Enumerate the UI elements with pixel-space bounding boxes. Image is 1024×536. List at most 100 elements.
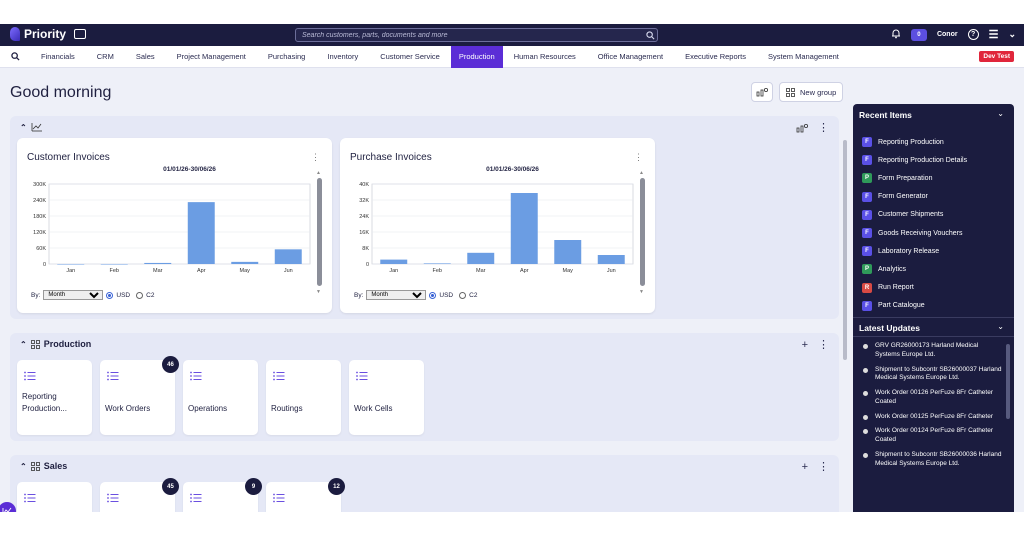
recent-item-label: Reporting Production bbox=[878, 138, 944, 146]
bell-icon[interactable] bbox=[891, 28, 901, 41]
shortcut-tile[interactable]: Work Orders 46 bbox=[100, 356, 179, 435]
recent-item[interactable]: F Form Generator bbox=[862, 188, 967, 206]
list-icon bbox=[190, 368, 202, 386]
nav-human-resources[interactable]: Human Resources bbox=[503, 46, 587, 68]
item-type-badge: F bbox=[862, 246, 872, 257]
nav-financials[interactable]: Financials bbox=[30, 46, 86, 68]
y-tick-label: 60K bbox=[36, 246, 46, 252]
x-tick-label: May bbox=[563, 268, 574, 274]
recent-item[interactable]: F Goods Receiving Vouchers bbox=[862, 224, 967, 242]
shortcut-tile[interactable]: 45 bbox=[100, 478, 179, 512]
nav-sales[interactable]: Sales bbox=[125, 46, 166, 68]
bar-may[interactable] bbox=[554, 240, 582, 264]
collapse-chevron-icon[interactable]: ⌃ bbox=[20, 340, 27, 349]
group-by-select[interactable]: Month bbox=[366, 290, 427, 300]
new-group-button[interactable]: New group bbox=[779, 82, 844, 102]
update-item[interactable]: Work Order 00125 PerFuze 8Fr Catheter bbox=[863, 413, 1003, 422]
card-menu-icon[interactable]: ⋮ bbox=[311, 152, 320, 163]
shortcut-tile[interactable]: Routings bbox=[266, 360, 341, 435]
card-menu-icon[interactable]: ⋮ bbox=[634, 152, 643, 163]
bar-jun[interactable] bbox=[597, 255, 625, 264]
chevron-down-icon[interactable]: ⌄ bbox=[1008, 29, 1016, 40]
panel-scrollbar[interactable] bbox=[1006, 344, 1010, 419]
bar-feb[interactable] bbox=[100, 264, 128, 265]
recent-item[interactable]: R Run Report bbox=[862, 279, 967, 297]
nav-inventory[interactable]: Inventory bbox=[316, 46, 369, 68]
bar-apr[interactable] bbox=[187, 202, 215, 264]
add-icon[interactable]: + bbox=[802, 339, 808, 351]
recent-item[interactable]: F Customer Shipments bbox=[862, 206, 967, 224]
bar-feb[interactable] bbox=[423, 263, 451, 264]
global-search-input[interactable] bbox=[296, 31, 643, 39]
bar-jan[interactable] bbox=[380, 259, 408, 264]
menu-icon[interactable]: ☰ bbox=[989, 28, 999, 41]
chart-settings-icon[interactable] bbox=[796, 123, 808, 133]
update-item[interactable]: Work Order 00124 PerFuze 8Fr Catheter Co… bbox=[863, 427, 1003, 445]
currency-radio-c2[interactable] bbox=[136, 291, 144, 299]
dashboard-settings-button[interactable] bbox=[751, 82, 773, 102]
shortcut-tile[interactable] bbox=[17, 482, 92, 512]
currency-radio-c2[interactable] bbox=[459, 291, 467, 299]
shortcut-tile[interactable]: Reporting Production... bbox=[17, 360, 92, 435]
chart-scrollbar[interactable]: ▲ ▼ bbox=[316, 170, 322, 295]
bar-jun[interactable] bbox=[274, 249, 302, 264]
shortcut-tile[interactable]: 9 bbox=[183, 478, 262, 512]
shortcut-tile[interactable]: Operations bbox=[183, 360, 258, 435]
chart-scrollbar[interactable]: ▲ ▼ bbox=[639, 170, 645, 295]
currency-label-usd: USD bbox=[439, 291, 454, 299]
nav-customer-service[interactable]: Customer Service bbox=[369, 46, 451, 68]
count-badge: 9 bbox=[245, 478, 262, 495]
currency-label-usd: USD bbox=[116, 291, 131, 299]
update-item[interactable]: GRV GR26000173 Harland Medical Systems E… bbox=[863, 342, 1003, 360]
user-avatar[interactable]: 0 bbox=[910, 28, 927, 41]
bar-mar[interactable] bbox=[467, 252, 495, 264]
collapse-chevron-icon[interactable]: ⌃ bbox=[20, 462, 27, 471]
app-logo[interactable]: Priority bbox=[10, 27, 87, 41]
currency-radio-usd[interactable] bbox=[429, 291, 437, 299]
item-type-badge: P bbox=[862, 173, 872, 184]
update-item[interactable]: Work Order 00126 PerFuze 8Fr Catheter Co… bbox=[863, 389, 1003, 407]
bar-may[interactable] bbox=[231, 261, 259, 264]
recent-item[interactable]: P Form Preparation bbox=[862, 169, 967, 187]
page-scrollbar[interactable] bbox=[843, 140, 847, 360]
recent-item-label: Reporting Production Details bbox=[878, 156, 968, 164]
more-options-icon[interactable]: ⋮ bbox=[818, 460, 829, 473]
update-item[interactable]: Shipment to Subcontr SB26000036 Harland … bbox=[863, 451, 1003, 469]
main-nav: Financials CRM Sales Project Management … bbox=[0, 45, 1024, 68]
recent-item[interactable]: F Reporting Production bbox=[862, 133, 967, 151]
collapse-chevron-icon[interactable]: ⌃ bbox=[20, 123, 27, 132]
recent-item[interactable]: F Part Catalogue bbox=[862, 297, 967, 315]
nav-office-management[interactable]: Office Management bbox=[587, 46, 674, 68]
chevron-down-icon[interactable]: ⌄ bbox=[997, 109, 1004, 118]
more-options-icon[interactable]: ⋮ bbox=[818, 338, 829, 351]
chevron-down-icon[interactable]: ⌄ bbox=[997, 322, 1004, 331]
nav-project-management[interactable]: Project Management bbox=[166, 46, 257, 68]
recent-item[interactable]: F Laboratory Release bbox=[862, 242, 967, 260]
nav-production[interactable]: Production bbox=[450, 45, 503, 68]
recent-item[interactable]: P Analytics bbox=[862, 260, 967, 278]
recent-item[interactable]: F Reporting Production Details bbox=[862, 151, 967, 169]
nav-purchasing[interactable]: Purchasing bbox=[257, 46, 317, 68]
id-card-icon[interactable] bbox=[74, 29, 87, 39]
shortcut-tile[interactable]: Work Cells bbox=[349, 360, 424, 435]
help-icon[interactable]: ? bbox=[967, 29, 979, 40]
bar-apr[interactable] bbox=[510, 193, 538, 264]
nav-search-icon[interactable] bbox=[0, 46, 30, 68]
y-tick-label: 24K bbox=[359, 214, 369, 220]
bar-jan[interactable] bbox=[57, 264, 85, 265]
more-options-icon[interactable]: ⋮ bbox=[818, 121, 829, 134]
user-name[interactable]: Conor bbox=[937, 31, 958, 38]
bar-mar[interactable] bbox=[144, 262, 172, 264]
item-type-badge: F bbox=[862, 191, 872, 202]
chart-card-purchase-invoices: Purchase Invoices 01/01/26-30/06/26 ⋮ 0 8… bbox=[340, 138, 655, 313]
add-icon[interactable]: + bbox=[802, 461, 808, 473]
nav-executive-reports[interactable]: Executive Reports bbox=[674, 46, 757, 68]
nav-system-management[interactable]: System Management bbox=[757, 46, 850, 68]
nav-crm[interactable]: CRM bbox=[86, 46, 125, 68]
currency-radio-usd[interactable] bbox=[106, 291, 114, 299]
shortcut-tile[interactable]: 12 bbox=[266, 478, 345, 512]
search-icon[interactable] bbox=[643, 29, 657, 41]
update-text: Shipment to Subcontr SB26000036 Harland … bbox=[875, 450, 1002, 467]
update-item[interactable]: Shipment to Subcontr SB26000037 Harland … bbox=[863, 366, 1003, 384]
group-by-select[interactable]: Month bbox=[43, 290, 104, 300]
